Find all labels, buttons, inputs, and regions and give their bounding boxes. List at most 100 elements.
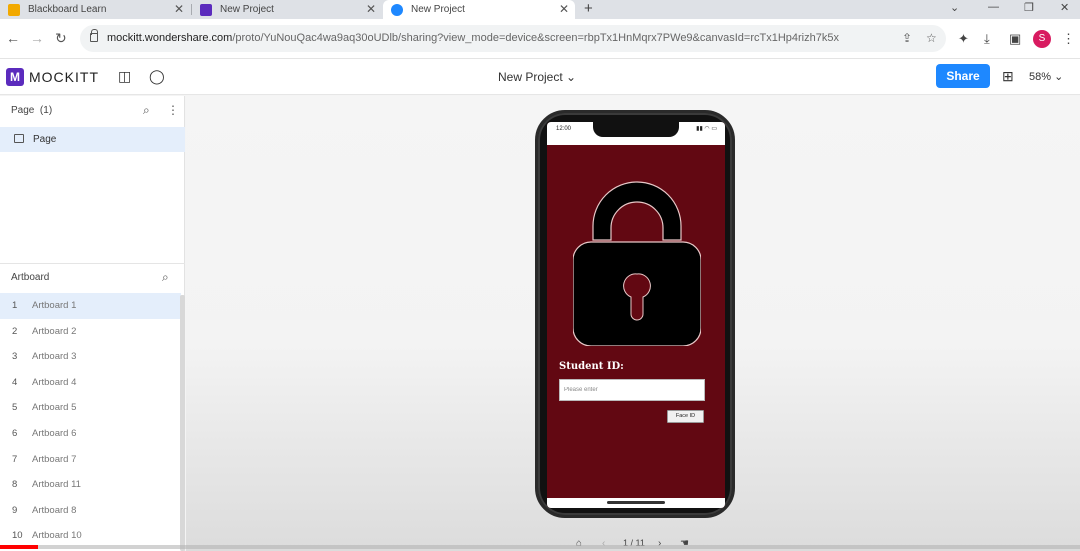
artboard-name: Artboard 5 — [32, 402, 77, 414]
page-icon — [14, 134, 24, 143]
face-id-button[interactable]: Face ID — [667, 410, 704, 423]
tab-search-icon[interactable]: ⌄ — [950, 1, 959, 14]
artboard-name: Artboard 10 — [32, 530, 82, 542]
tab-blackboard[interactable]: Blackboard Learn ✕ — [0, 0, 190, 19]
close-window-icon[interactable]: ✕ — [1060, 1, 1069, 14]
artboard-row[interactable]: 2 Artboard 2 — [0, 319, 181, 345]
url-text[interactable]: mockitt.wondershare.com/proto/YuNouQac4w… — [107, 32, 839, 44]
mockitt-favicon-icon — [391, 3, 403, 16]
artboard-row[interactable]: 4 Artboard 4 — [0, 370, 181, 396]
restore-icon[interactable]: ❐ — [1024, 1, 1034, 14]
artboard-name: Artboard 8 — [32, 504, 77, 516]
chevron-down-icon: ⌄ — [1054, 71, 1064, 83]
menu-kebab-icon[interactable]: ⋮ — [1062, 31, 1075, 47]
search-icon[interactable]: ⌕ — [143, 103, 150, 118]
panel-divider — [0, 263, 185, 264]
brand-name: MOCKITT — [29, 69, 99, 85]
artboard-section-header: Artboard — [11, 272, 50, 283]
artboard-row[interactable]: 5 Artboard 5 — [0, 395, 181, 421]
artboard-number: 8 — [12, 479, 18, 491]
artboard-number: 4 — [12, 376, 18, 388]
artboard-number: 2 — [12, 325, 18, 337]
artboard-number: 5 — [12, 402, 18, 414]
artboard-scrollbar[interactable] — [180, 295, 185, 551]
minimize-icon[interactable]: — — [988, 1, 999, 13]
zoom-level[interactable]: 58% ⌄ — [1029, 70, 1063, 83]
padlock-icon — [573, 181, 701, 346]
artboard-row[interactable]: 6 Artboard 6 — [0, 421, 181, 447]
artboard-name: Artboard 2 — [32, 325, 77, 337]
artboard-number: 7 — [12, 453, 18, 465]
video-progress-fill — [0, 545, 38, 549]
layout-icon[interactable]: ⊞ — [1002, 68, 1014, 85]
omnibox[interactable]: mockitt.wondershare.com/proto/YuNouQac4w… — [80, 25, 946, 52]
video-progress-track[interactable] — [0, 545, 1080, 549]
close-tab-icon[interactable]: ✕ — [366, 2, 376, 16]
preview-canvas: 12:00 ▮▮ ◠ ▭ Student ID: Face ID ⌂ ‹ 1 /… — [186, 96, 1080, 551]
more-options-icon[interactable]: ⋮ — [167, 103, 179, 117]
mockitt-logo: M — [6, 68, 24, 86]
project-title-text: New Project — [498, 70, 563, 84]
address-bar: ← → ↻ mockitt.wondershare.com/proto/YuNo… — [0, 19, 1080, 59]
artboard-name: Artboard 6 — [32, 427, 77, 439]
artboard-number: 6 — [12, 427, 18, 439]
artboard-list: 1 Artboard 1 2 Artboard 2 3 Artboard 3 4 Art… — [0, 293, 181, 549]
artboard-row[interactable]: 3 Artboard 3 — [0, 344, 181, 370]
search-icon[interactable]: ⌕ — [162, 270, 169, 285]
artboard-name: Artboard 11 — [32, 479, 81, 491]
back-icon[interactable]: ← — [6, 30, 20, 46]
artboard-number: 10 — [12, 530, 23, 542]
artboard-name: Artboard 1 — [32, 300, 77, 311]
page-header-label: Page — [11, 105, 35, 116]
share-page-icon[interactable]: ⇪ — [902, 31, 912, 45]
student-id-input[interactable] — [559, 379, 705, 401]
close-tab-icon[interactable]: ✕ — [174, 2, 184, 16]
page-item-label: Page — [33, 134, 57, 145]
artboard-row[interactable]: 8 Artboard 11 — [0, 472, 181, 498]
tab-label: New Project — [220, 4, 274, 15]
extensions-icon[interactable]: ✦ — [958, 31, 969, 47]
phone-frame: 12:00 ▮▮ ◠ ▭ Student ID: Face ID — [535, 110, 735, 518]
page-section-header: Page (1) — [11, 105, 52, 116]
mockitt-favicon-icon — [200, 3, 212, 16]
signal-battery-icon: ▮▮ ◠ ▭ — [696, 126, 717, 132]
status-time: 12:00 — [556, 126, 572, 132]
url-path: /proto/YuNouQac4wa9aq30oUDlb/sharing?vie… — [232, 32, 839, 44]
artboard-row[interactable]: 7 Artboard 7 — [0, 447, 181, 473]
browser-tab-strip: Blackboard Learn ✕ New Project ✕ New Pro… — [0, 0, 1080, 19]
phone-notch — [593, 122, 679, 137]
zoom-value: 58% — [1029, 71, 1052, 83]
artboard-name: Artboard 3 — [32, 351, 77, 363]
artboard-name: Artboard 4 — [32, 376, 77, 388]
page-list-item[interactable]: Page — [0, 127, 185, 152]
tab-new-project-active[interactable]: New Project ✕ — [383, 0, 575, 19]
tab-label: New Project — [411, 4, 465, 15]
share-button[interactable]: Share — [936, 64, 990, 88]
artboard-number: 9 — [12, 504, 18, 516]
tab-new-project-1[interactable]: New Project ✕ — [192, 0, 382, 19]
artboard-row[interactable]: 9 Artboard 8 — [0, 498, 181, 524]
side-panel-icon[interactable]: ▣ — [1009, 31, 1021, 47]
blackboard-favicon-icon — [8, 3, 20, 16]
artboard-number: 3 — [12, 351, 18, 363]
tab-label: Blackboard Learn — [28, 4, 107, 15]
project-title[interactable]: New Project ⌄ — [498, 70, 576, 84]
page-count: (1) — [39, 105, 53, 116]
forward-icon[interactable]: → — [30, 30, 44, 46]
home-indicator — [547, 498, 725, 508]
phone-screen: 12:00 ▮▮ ◠ ▭ Student ID: Face ID — [547, 122, 725, 508]
profile-avatar[interactable]: S — [1033, 30, 1051, 48]
bookmark-star-icon[interactable]: ☆ — [926, 31, 937, 45]
sidebar-toggle-icon[interactable]: ◫ — [118, 68, 131, 85]
download-icon[interactable]: ⤓ — [984, 31, 990, 47]
artboard-row[interactable]: 1 Artboard 1 — [0, 293, 181, 319]
reload-icon[interactable]: ↻ — [55, 30, 67, 47]
comment-icon[interactable]: ◯ — [149, 68, 165, 85]
lock-icon — [90, 29, 98, 42]
close-tab-icon[interactable]: ✕ — [559, 2, 569, 16]
artboard-name: Artboard 7 — [32, 453, 77, 465]
app-header: M MOCKITT ◫ ◯ New Project ⌄ Share ⊞ 58% … — [0, 59, 1080, 95]
left-panel: Page (1) ⌕ ⋮ Page Artboard ⌕ 1 Artboard 1… — [0, 96, 185, 551]
new-tab-button[interactable]: + — [584, 0, 593, 18]
student-id-label: Student ID: — [559, 361, 624, 372]
